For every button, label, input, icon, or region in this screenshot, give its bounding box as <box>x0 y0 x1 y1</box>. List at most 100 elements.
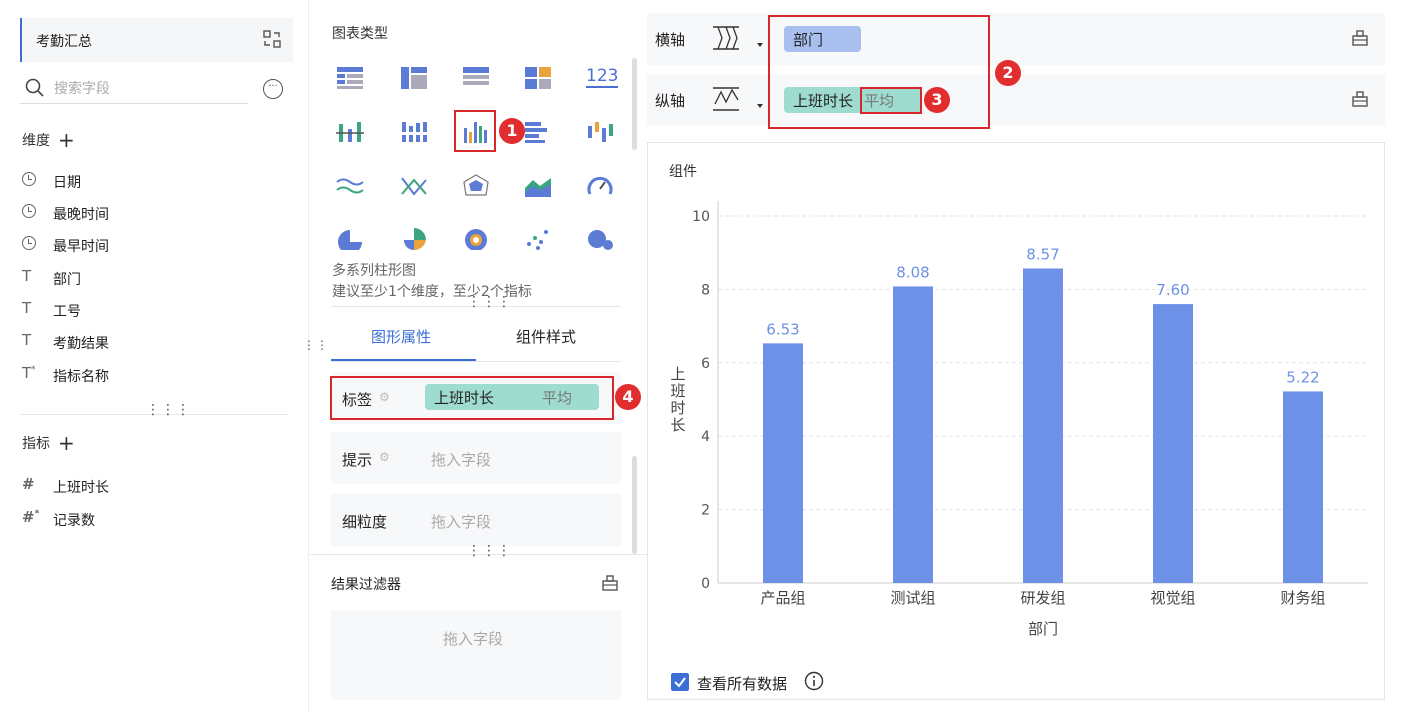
metrics-label: 指标 <box>22 436 50 452</box>
active-tab-indicator <box>331 359 476 361</box>
y-tick-label: 2 <box>701 503 710 519</box>
selected-chart-highlight <box>454 110 496 152</box>
add-dimension-icon[interactable]: + <box>58 128 75 152</box>
bar <box>1283 391 1323 583</box>
range-bar-icon[interactable] <box>586 120 614 144</box>
y-axis-type-icon[interactable] <box>711 84 741 114</box>
chart-type-scrollbar[interactable] <box>632 58 637 150</box>
gauge-chart-icon[interactable] <box>586 174 614 198</box>
field-item-latest-time[interactable]: 最晚时间 <box>22 202 109 226</box>
detail-table-icon[interactable] <box>462 66 490 90</box>
y-tick-label: 0 <box>701 576 710 592</box>
bar <box>763 343 803 583</box>
clock-icon <box>22 204 36 218</box>
chart-component: 组件 0 2 4 6 8 10 6.53 产品组 8.08 测试组 8.57 研发组 7.60 视觉组 5.… <box>647 142 1385 700</box>
lock-icon[interactable] <box>1351 90 1369 108</box>
bar-chart: 0 2 4 6 8 10 6.53 产品组 8.08 测试组 8.57 研发组 7.60 视觉组 5.22 财… <box>670 201 1368 638</box>
x-tick-label: 产品组 <box>760 589 805 607</box>
resize-handle[interactable]: ⋮⋮⋮ <box>467 295 512 309</box>
switch-dataset-icon[interactable] <box>263 30 281 48</box>
bar <box>1023 268 1063 583</box>
field-item-metric-name[interactable]: T* 指标名称 <box>22 364 109 388</box>
property-tabs: 图形属性 组件样式 <box>331 310 621 362</box>
sunburst-chart-icon[interactable] <box>462 226 490 250</box>
granularity-property-row[interactable]: 细粒度 拖入字段 <box>331 494 621 546</box>
hash-calc-icon: #* <box>22 508 40 526</box>
x-axis-label: 横轴 <box>655 31 686 49</box>
area-chart-icon[interactable] <box>524 174 552 198</box>
lock-icon[interactable] <box>601 574 619 592</box>
data-label: 6.53 <box>766 320 799 338</box>
info-icon[interactable] <box>804 671 824 691</box>
table-chart-icon[interactable] <box>336 66 364 90</box>
filter-drop-zone[interactable]: 拖入字段 <box>331 610 621 700</box>
data-label: 8.08 <box>896 263 929 281</box>
y-axis-title-char: 上 <box>670 365 685 383</box>
field-label: 工号 <box>53 304 81 320</box>
lock-icon[interactable] <box>1351 29 1369 47</box>
data-label: 7.60 <box>1156 281 1189 299</box>
field-item-attendance-result[interactable]: T 考勤结果 <box>22 331 109 355</box>
text-icon: T <box>22 267 32 285</box>
data-label: 5.22 <box>1286 368 1319 386</box>
pie-chart-icon[interactable] <box>336 226 364 250</box>
bar <box>1153 304 1193 583</box>
gear-icon[interactable]: ⚙ <box>379 450 390 464</box>
y-axis-title-char: 时 <box>670 399 685 417</box>
field-label: 记录数 <box>53 513 95 529</box>
dimensions-label: 维度 <box>22 133 50 149</box>
field-panel: 考勤汇总 搜索字段 ··· 维度 + 日期 最晚时间 最早时间 T 部门 T 工号 T… <box>0 0 309 712</box>
field-item-record-count[interactable]: #* 记录数 <box>22 508 95 532</box>
field-item-earliest-time[interactable]: 最早时间 <box>22 234 109 258</box>
horizontal-bar-icon[interactable] <box>524 120 552 144</box>
tooltip-property-row[interactable]: 提示 ⚙ 拖入字段 <box>331 432 621 484</box>
hash-icon: # <box>22 475 35 493</box>
field-item-department[interactable]: T 部门 <box>22 267 81 291</box>
tab-component-style[interactable]: 组件样式 <box>516 326 576 347</box>
panel-resize-handle[interactable]: ⋮⋮ <box>303 339 328 351</box>
rose-chart-icon[interactable] <box>400 226 428 250</box>
scatter-chart-icon[interactable] <box>524 226 552 250</box>
add-metric-icon[interactable]: + <box>58 431 75 455</box>
field-item-employee-id[interactable]: T 工号 <box>22 299 81 323</box>
line-chart-icon[interactable] <box>336 174 364 198</box>
x-axis-type-icon[interactable] <box>711 23 741 53</box>
y-tick-label: 6 <box>701 356 710 372</box>
search-icon <box>25 78 44 97</box>
y-tick-label: 10 <box>692 209 710 225</box>
waterfall-chart-icon[interactable] <box>336 120 364 144</box>
view-all-label: 查看所有数据 <box>697 675 788 693</box>
cross-line-icon[interactable] <box>400 174 428 198</box>
x-axis-dropdown-caret[interactable] <box>757 43 763 47</box>
y-axis-dropdown-caret[interactable] <box>757 104 763 108</box>
view-all-checkbox[interactable] <box>671 673 689 691</box>
resize-handle[interactable]: ⋮⋮⋮ <box>467 544 512 558</box>
data-label: 8.57 <box>1026 245 1059 263</box>
y-axis-title-char: 班 <box>670 382 685 400</box>
check-icon <box>674 677 686 688</box>
resize-handle[interactable]: ⋮⋮⋮ <box>146 403 191 417</box>
kpi-card-icon[interactable] <box>524 66 552 90</box>
more-options-icon[interactable]: ··· <box>263 79 283 99</box>
annotation-badge-3: 3 <box>924 87 950 113</box>
cross-table-icon[interactable] <box>400 66 428 90</box>
property-scrollbar[interactable] <box>632 456 637 554</box>
y-tick-label: 4 <box>701 429 710 445</box>
radar-chart-icon[interactable] <box>462 174 490 198</box>
clock-icon <box>22 172 36 186</box>
bar <box>893 286 933 583</box>
search-field[interactable]: 搜索字段 <box>20 72 248 104</box>
search-placeholder: 搜索字段 <box>54 81 110 97</box>
dataset-title[interactable]: 考勤汇总 <box>20 18 293 62</box>
tab-graphic-properties[interactable]: 图形属性 <box>371 326 431 347</box>
field-item-work-hours[interactable]: # 上班时长 <box>22 475 109 499</box>
field-label: 部门 <box>53 272 81 288</box>
bubble-chart-icon[interactable] <box>586 226 614 250</box>
text-icon: T <box>22 299 32 317</box>
field-label: 上班时长 <box>53 480 109 496</box>
granularity-drop-placeholder: 拖入字段 <box>431 513 492 531</box>
field-item-date[interactable]: 日期 <box>22 170 81 194</box>
stacked-bar-icon[interactable] <box>400 120 428 144</box>
number-chart-icon[interactable]: 123 <box>586 66 619 88</box>
annotation-badge-4: 4 <box>615 384 641 410</box>
